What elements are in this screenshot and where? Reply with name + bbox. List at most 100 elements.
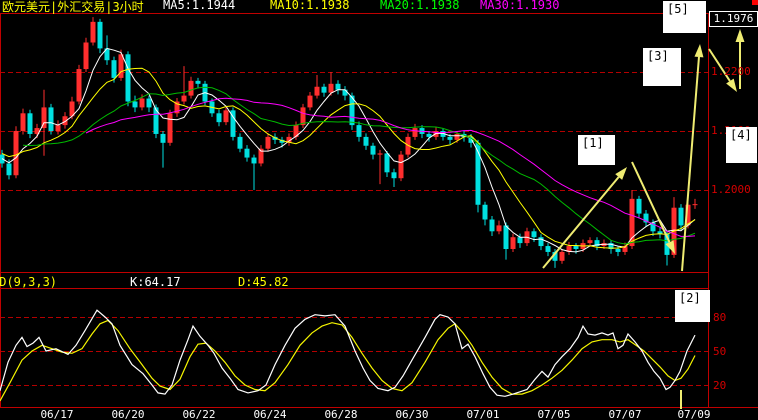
candle-body	[629, 198, 635, 247]
price-axis-label: 1.2000	[711, 183, 751, 196]
k-value-label: K:64.17	[130, 275, 181, 289]
candle-body	[237, 136, 243, 149]
candle-body	[314, 86, 320, 96]
last-price-tag: 1.1976	[709, 11, 758, 27]
candle-body	[489, 219, 495, 232]
main-chart-legend: 欧元美元|外汇交易|3小时 MA5:1.1944 MA10:1.1938 MA2…	[0, 0, 758, 14]
candle-body	[41, 107, 47, 129]
date-axis-label: 07/07	[608, 408, 642, 420]
trend-arrow-shaft	[681, 56, 700, 272]
candle-body	[342, 89, 348, 96]
candle-body	[545, 246, 551, 252]
candle-body	[188, 80, 194, 96]
candle-body	[482, 204, 488, 220]
candle-body	[132, 101, 138, 108]
candle-body	[328, 83, 334, 93]
d-value-label: D:45.82	[238, 275, 289, 289]
date-axis-label: 06/22	[182, 408, 216, 420]
candle-body	[90, 21, 96, 43]
trend-arrow-head	[694, 44, 704, 58]
date-axis-label: 07/01	[466, 408, 500, 420]
candle-body	[195, 80, 201, 84]
ma-line	[85, 97, 696, 237]
candle-body	[223, 110, 229, 123]
candle-body	[692, 204, 698, 206]
symbol-title: 欧元美元|外汇交易|3小时	[2, 0, 144, 14]
ma5-legend-value: MA5:1.1944	[163, 0, 236, 12]
candle-body	[27, 113, 33, 134]
candle-body	[97, 21, 103, 49]
kd-axis-label: 50	[713, 345, 727, 358]
candle-body	[559, 251, 565, 261]
ma-line	[22, 86, 696, 245]
candle-body	[510, 237, 516, 249]
oscillator-line	[0, 309, 696, 397]
candle-body	[391, 172, 397, 179]
kd-axis-label: 20	[713, 379, 727, 392]
ma20-legend-value: MA20:1.1938	[380, 0, 460, 12]
candle-body	[447, 136, 453, 140]
candle-body	[125, 54, 131, 102]
candle-body	[48, 107, 54, 131]
wave-label: [2]	[675, 290, 710, 322]
date-axis-label: 06/28	[324, 408, 358, 420]
date-axis-label: 06/20	[111, 408, 145, 420]
candle-body	[300, 107, 306, 126]
wave-label: [5]	[663, 1, 706, 33]
candle-body	[55, 125, 61, 131]
date-axis-label: 06/30	[395, 408, 429, 420]
candle-body	[496, 225, 502, 232]
ma30-legend-value: MA30:1.1930	[480, 0, 560, 12]
candle-body	[398, 154, 404, 179]
candle-body	[615, 249, 621, 252]
candle-body	[146, 98, 152, 108]
candle-body	[636, 198, 642, 214]
corner-mark	[752, 0, 758, 5]
ma10-legend-value: MA10:1.1938	[270, 0, 350, 12]
kd-axis-label: 80	[713, 311, 727, 324]
candle-body	[370, 145, 376, 155]
trading-chart-window: 欧元美元|外汇交易|3小时 MA5:1.1944 MA10:1.1938 MA2…	[0, 0, 758, 420]
candle-body	[335, 83, 341, 90]
candle-body	[321, 86, 327, 93]
date-axis-label: 07/05	[537, 408, 571, 420]
date-axis-label: 06/24	[253, 408, 287, 420]
candle-body	[531, 231, 537, 238]
trend-arrow-head	[726, 78, 737, 92]
candle-body	[587, 240, 593, 244]
candle-body	[167, 113, 173, 143]
candle-body	[573, 246, 579, 249]
candle-body	[517, 237, 523, 244]
candle-body	[83, 42, 89, 70]
candle-body	[244, 148, 250, 158]
wave-label: [4]	[726, 127, 757, 163]
candle-body	[356, 125, 362, 137]
wave-label: [3]	[643, 48, 681, 86]
candle-body	[111, 60, 117, 78]
candle-body	[384, 153, 390, 173]
trend-arrow-head	[735, 29, 745, 42]
date-axis-label: 07/09	[677, 408, 711, 420]
kd-params-label: KD(9,3,3)	[0, 275, 58, 289]
candle-body	[6, 163, 12, 176]
candle-body	[412, 128, 418, 137]
candle-body	[181, 95, 187, 102]
candle-body	[377, 153, 383, 155]
candle-body	[251, 157, 257, 164]
candle-body	[160, 133, 166, 143]
candle-body	[76, 69, 82, 102]
candle-body	[13, 131, 19, 176]
candle-body	[216, 113, 222, 123]
candle-body	[454, 133, 460, 140]
date-axis-label: 06/17	[40, 408, 74, 420]
candle-body	[20, 113, 26, 131]
price-axis-label: 1.2200	[711, 65, 751, 78]
wave-label: [1]	[578, 135, 615, 165]
candle-body	[503, 225, 509, 249]
candle-body	[139, 98, 145, 108]
candle-body	[678, 207, 684, 226]
kd-indicator-legend: KD(9,3,3) K:64.17 D:45.82	[0, 275, 758, 289]
candle-body	[265, 136, 271, 149]
candle-body	[307, 95, 313, 108]
candle-body	[363, 136, 369, 146]
